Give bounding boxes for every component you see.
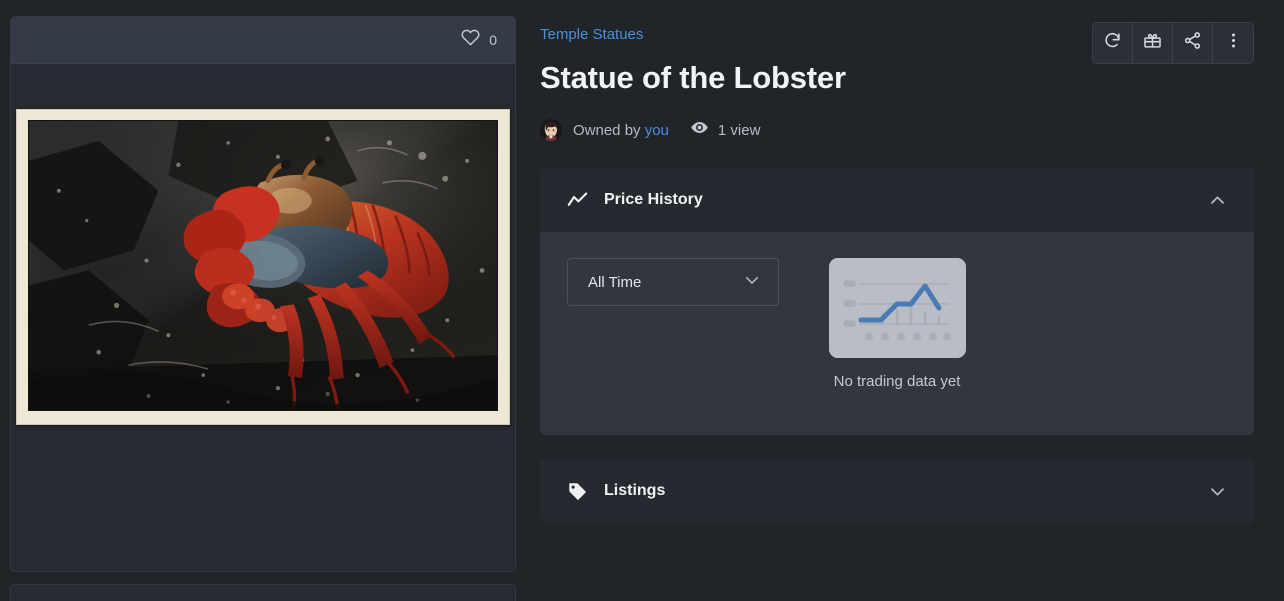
price-history-header[interactable]: Price History — [540, 168, 1254, 232]
asset-image[interactable] — [28, 120, 498, 411]
view-count: 1 view — [690, 118, 761, 142]
chevron-down-icon[interactable] — [1208, 482, 1227, 501]
owner-prefix: Owned by — [573, 121, 641, 139]
like-count: 0 — [489, 32, 497, 48]
asset-detail-page: 0 Temple Statues Statue of the Lobster O… — [0, 0, 1284, 601]
avatar — [540, 119, 562, 141]
listings-title: Listings — [604, 482, 666, 499]
gift-button[interactable] — [1133, 23, 1173, 63]
chart-placeholder-icon — [828, 258, 966, 358]
asset-info-column: Temple Statues Statue of the Lobster Own… — [530, 0, 1284, 601]
listings-panel: Listings — [540, 459, 1254, 523]
more-vertical-icon — [1224, 31, 1243, 55]
price-history-title: Price History — [604, 191, 703, 208]
owner-label: Owned by you — [573, 122, 669, 139]
price-history-body: All Time No trading data yet — [540, 232, 1254, 435]
asset-card: 0 — [10, 16, 516, 572]
eye-icon — [690, 118, 709, 142]
owner-link[interactable]: you — [645, 122, 669, 139]
asset-card-header: 0 — [11, 17, 515, 64]
empty-state-text: No trading data yet — [833, 373, 961, 390]
breadcrumb[interactable]: Temple Statues — [540, 26, 643, 43]
asset-media-column: 0 — [0, 0, 530, 601]
asset-card-body — [11, 64, 515, 571]
listings-header[interactable]: Listings — [540, 459, 1254, 523]
price-history-panel: Price History All Time No trading data y… — [540, 168, 1254, 435]
refresh-icon — [1103, 31, 1122, 55]
view-count-label: 1 view — [717, 121, 761, 139]
secondary-card-partial — [10, 584, 516, 601]
refresh-button[interactable] — [1093, 23, 1133, 63]
page-title: Statue of the Lobster — [540, 60, 846, 95]
action-toolbar — [1092, 22, 1254, 64]
share-button[interactable] — [1173, 23, 1213, 63]
share-icon — [1183, 31, 1202, 55]
owner-info: Owned by you — [540, 119, 669, 141]
price-history-empty-state: No trading data yet — [540, 258, 1254, 390]
trending-chart-icon — [567, 190, 588, 211]
gift-icon — [1143, 31, 1162, 55]
heart-outline-icon — [461, 28, 480, 52]
chevron-up-icon[interactable] — [1208, 191, 1227, 210]
tag-icon — [567, 481, 588, 502]
photo-frame — [16, 109, 510, 425]
like-button[interactable]: 0 — [461, 28, 497, 52]
asset-meta-row: Owned by you 1 view — [540, 118, 1254, 142]
more-button[interactable] — [1213, 23, 1253, 63]
